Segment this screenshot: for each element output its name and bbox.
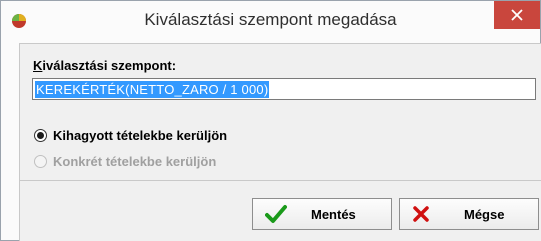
close-icon	[511, 9, 523, 21]
cancel-button[interactable]: Mégse	[399, 198, 539, 230]
window-title: Kiválasztási szempont megadása	[144, 10, 397, 29]
criteria-input[interactable]: KEREKÉRTÉK(NETTO_ZARO / 1 000)	[32, 78, 536, 100]
criteria-panel: Kiválasztási szempont: KEREKÉRTÉK(NETTO_…	[20, 44, 541, 180]
cancel-x-icon	[413, 206, 429, 222]
criteria-label: Kiválasztási szempont:	[33, 58, 177, 73]
radio-specific-items-label: Konkrét tételekbe kerüljön	[53, 154, 217, 169]
close-button[interactable]	[494, 1, 540, 29]
criteria-input-value: KEREKÉRTÉK(NETTO_ZARO / 1 000)	[35, 80, 270, 98]
dialog-body: Kiválasztási szempont: KEREKÉRTÉK(NETTO_…	[19, 43, 541, 241]
radio-skipped-items-label: Kihagyott tételekbe kerüljön	[53, 128, 228, 143]
radio-skipped-items[interactable]: Kihagyott tételekbe kerüljön	[34, 128, 227, 143]
dialog-window: Kiválasztási szempont megadása Kiválaszt…	[0, 0, 541, 241]
checkmark-icon	[265, 205, 287, 223]
divider	[20, 180, 541, 181]
save-button-label: Mentés	[311, 206, 356, 222]
save-button[interactable]: Mentés	[252, 198, 392, 230]
radio-specific-items[interactable]: Konkrét tételekbe kerüljön	[34, 154, 216, 169]
criteria-label-rest: iválasztási szempont:	[42, 58, 177, 73]
radio-checked-icon	[34, 129, 47, 142]
cancel-button-label: Mégse	[464, 206, 505, 222]
title-bar[interactable]: Kiválasztási szempont megadása	[1, 1, 540, 39]
radio-unchecked-icon	[34, 155, 47, 168]
